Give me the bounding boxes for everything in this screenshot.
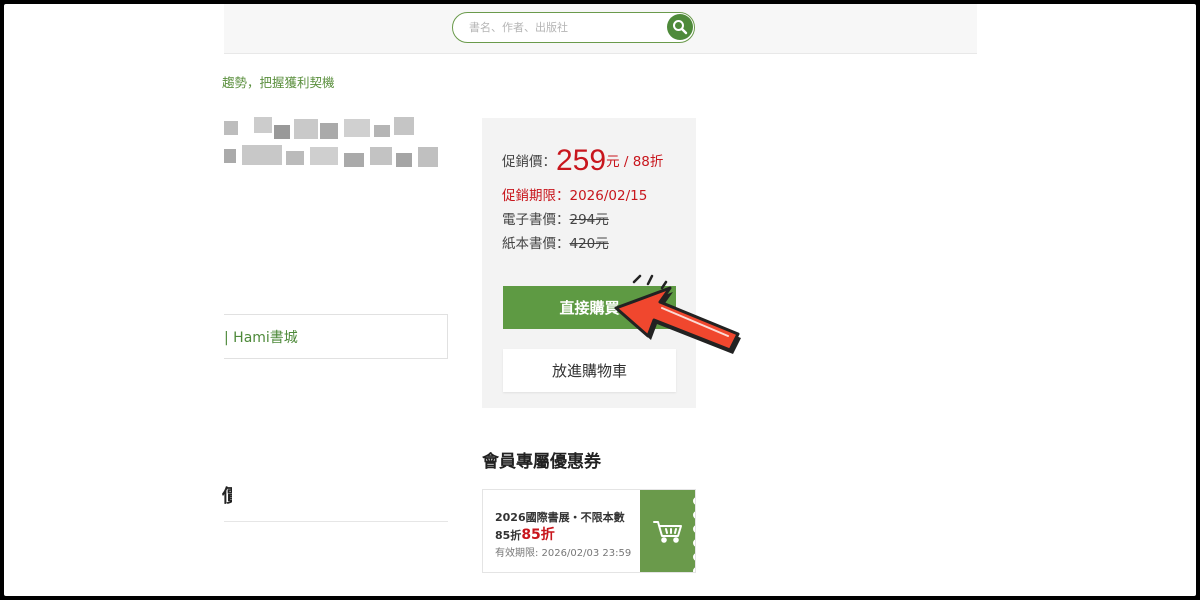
hami-store-link[interactable]: | Hami書城 [224, 327, 298, 347]
coupon-card[interactable]: 2026國際書展・不限本數 85折85折 有效期限: 2026/02/03 23… [482, 489, 696, 573]
pointer-arrow-icon [614, 274, 741, 354]
paper-price-value: 420元 [569, 236, 609, 252]
coupon-expiry: 有效期限: 2026/02/03 23:59 [495, 548, 632, 559]
promo-price-value: 259 [556, 144, 607, 177]
promo-price-suffix: 元 / 88折 [606, 154, 664, 170]
coupon-name: 2026國際書展・不限本數 [495, 511, 625, 524]
promo-period-row: 促銷期限：2026/02/15 [502, 184, 647, 204]
paper-price-label: 紙本書價： [502, 236, 570, 252]
search-input[interactable] [469, 18, 659, 36]
coupon-claim-button[interactable] [640, 489, 696, 573]
promo-period-label: 促銷期限： [502, 188, 570, 204]
search-button[interactable] [667, 14, 693, 40]
search-bar [452, 12, 695, 43]
paper-price-row: 紙本書價：420元 [502, 232, 609, 252]
hami-store-box: | Hami書城 [224, 314, 448, 359]
promo-price-label: 促銷價： [502, 154, 556, 170]
ebook-price-row: 電子書價：294元 [502, 208, 609, 228]
page-frame: 趨勢，把握獲利契機 | Hami書城 價 促銷價：259元 / 88折 促銷期限… [4, 4, 1196, 596]
ebook-price-label: 電子書價： [502, 212, 570, 228]
coupon-discount: 85折85折 [495, 527, 555, 543]
promo-period-value: 2026/02/15 [569, 188, 648, 204]
promo-price-row: 促銷價：259元 / 88折 [502, 144, 663, 178]
search-icon [673, 20, 688, 35]
breadcrumb[interactable]: 趨勢，把握獲利契機 [222, 72, 335, 91]
divider [224, 521, 448, 522]
blurred-book-title [224, 117, 444, 179]
ebook-price-value: 294元 [569, 212, 609, 228]
coupon-section-title: 會員專屬優惠券 [482, 452, 601, 472]
cut-off-heading: 價 [222, 486, 232, 504]
